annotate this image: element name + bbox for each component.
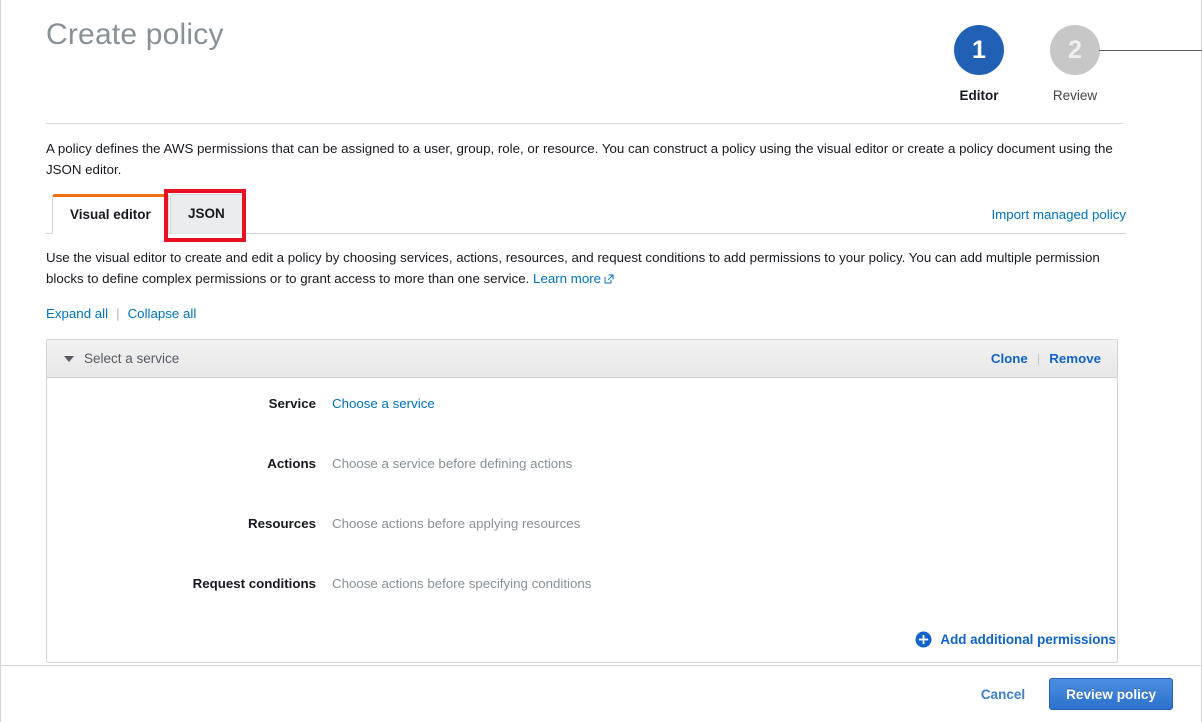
permission-block-body: Service Choose a service Actions Choose … (47, 378, 1117, 662)
chevron-down-icon[interactable] (64, 356, 74, 362)
header-divider (46, 123, 1123, 124)
permission-block-actions: Clone | Remove (991, 351, 1101, 366)
add-additional-permissions-button[interactable]: Add additional permissions (915, 631, 1116, 648)
resources-label: Resources (47, 516, 332, 531)
choose-a-service-link[interactable]: Choose a service (332, 396, 435, 411)
wizard-step-editor-number: 1 (954, 25, 1004, 75)
expand-all-link[interactable]: Expand all (46, 306, 108, 321)
learn-more-link[interactable]: Learn more (533, 271, 601, 286)
clone-remove-separator: | (1037, 351, 1040, 366)
form-row-service: Service Choose a service (47, 396, 1117, 456)
footer-actions: Cancel Review policy (967, 678, 1173, 710)
permission-block-title-wrap[interactable]: Select a service (64, 351, 179, 366)
footer-divider (1, 665, 1201, 666)
wizard-step-review[interactable]: 2 Review (1027, 25, 1123, 103)
external-link-icon (604, 269, 614, 279)
review-policy-button[interactable]: Review policy (1049, 678, 1173, 710)
expand-collapse-controls: Expand all | Collapse all (46, 306, 196, 321)
wizard-steps: 1 Editor 2 Review (931, 25, 1123, 103)
intro-paragraph: A policy defines the AWS permissions tha… (46, 138, 1126, 180)
editor-tabbar: Visual editor JSON Import managed policy (46, 192, 1126, 234)
import-managed-policy-link[interactable]: Import managed policy (991, 207, 1126, 222)
plus-circle-icon (915, 631, 932, 648)
tab-visual-editor[interactable]: Visual editor (52, 194, 169, 234)
wizard-step-review-number: 2 (1050, 25, 1100, 75)
expand-collapse-separator: | (116, 306, 119, 321)
helper-paragraph: Use the visual editor to create and edit… (46, 247, 1116, 289)
form-row-request-conditions: Request conditions Choose actions before… (47, 576, 1117, 636)
request-conditions-placeholder: Choose actions before specifying conditi… (332, 576, 591, 591)
collapse-all-link[interactable]: Collapse all (128, 306, 197, 321)
add-additional-permissions-label: Add additional permissions (940, 632, 1116, 647)
wizard-step-review-label: Review (1027, 88, 1123, 103)
permission-block-title: Select a service (84, 351, 179, 366)
permission-block-panel: Select a service Clone | Remove Service … (46, 339, 1118, 663)
actions-label: Actions (47, 456, 332, 471)
service-label: Service (47, 396, 332, 411)
permission-block-header: Select a service Clone | Remove (47, 340, 1117, 378)
wizard-step-editor[interactable]: 1 Editor (931, 25, 1027, 103)
page-title: Create policy (46, 18, 224, 52)
cancel-button[interactable]: Cancel (967, 687, 1039, 702)
remove-button[interactable]: Remove (1049, 351, 1101, 366)
clone-button[interactable]: Clone (991, 351, 1028, 366)
tab-json[interactable]: JSON (170, 194, 243, 234)
resources-placeholder: Choose actions before applying resources (332, 516, 580, 531)
form-row-resources: Resources Choose actions before applying… (47, 516, 1117, 576)
create-policy-page: Create policy 1 Editor 2 Review A policy… (0, 0, 1202, 722)
wizard-step-editor-label: Editor (931, 88, 1027, 103)
request-conditions-label: Request conditions (47, 576, 332, 591)
form-row-actions: Actions Choose a service before defining… (47, 456, 1117, 516)
actions-placeholder: Choose a service before defining actions (332, 456, 572, 471)
page-header: Create policy 1 Editor 2 Review (1, 0, 1201, 118)
wizard-step-connector (1099, 50, 1202, 51)
